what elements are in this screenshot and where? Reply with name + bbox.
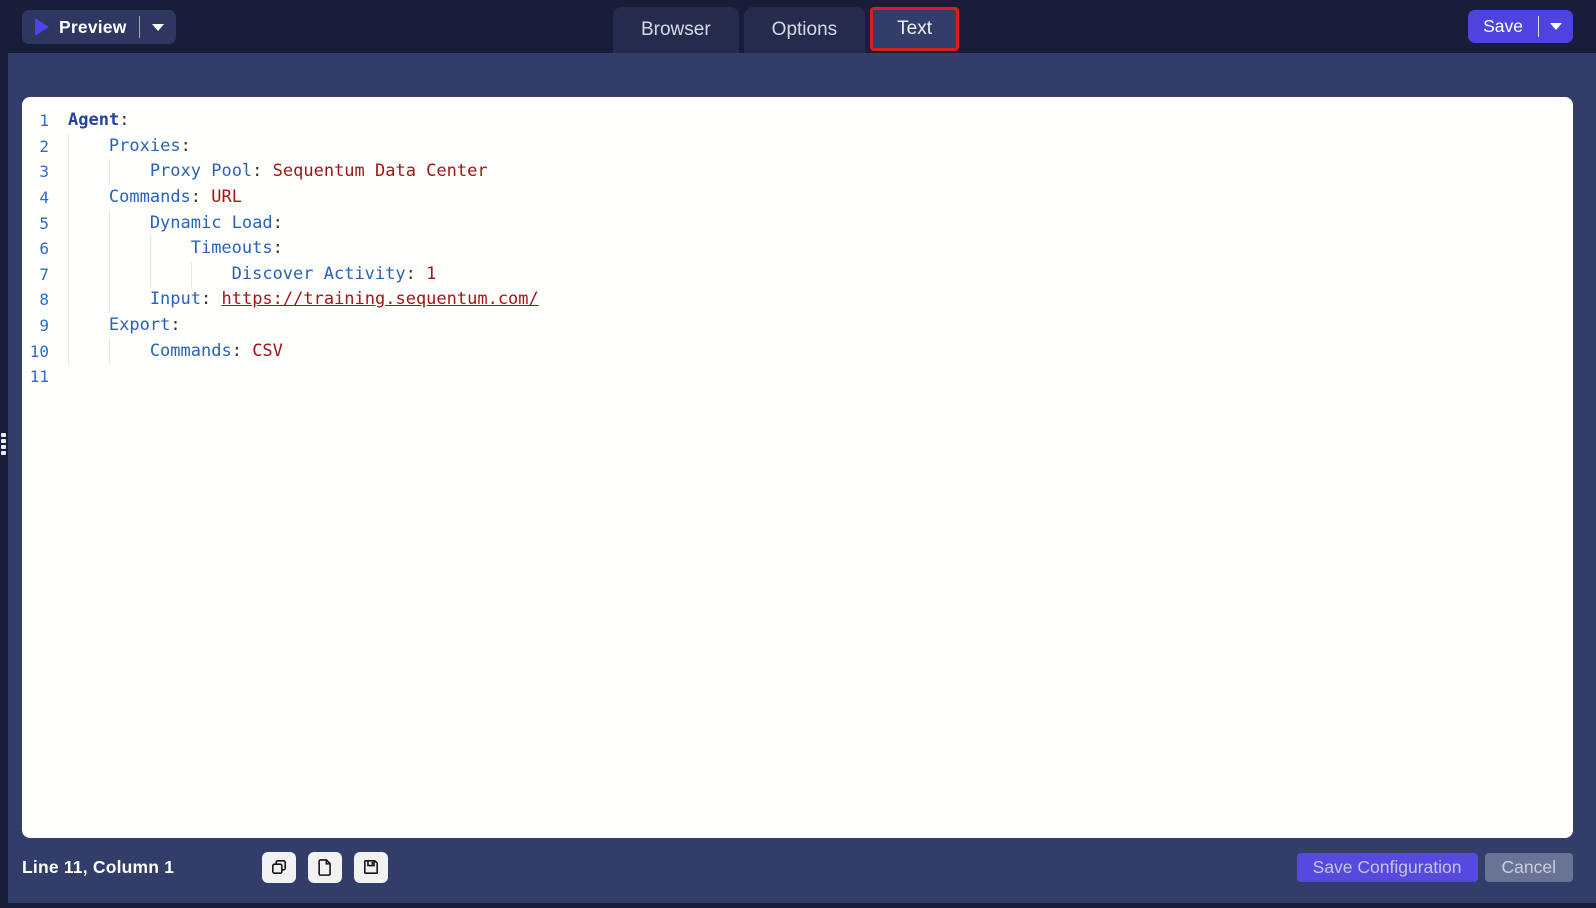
line-number: 4 xyxy=(22,185,49,211)
tab-browser[interactable]: Browser xyxy=(613,7,739,53)
cancel-button[interactable]: Cancel xyxy=(1485,853,1573,882)
line-number: 3 xyxy=(22,159,49,185)
indent-guide xyxy=(68,262,109,288)
line-number: 6 xyxy=(22,236,49,262)
code-line[interactable]: 10 Commands: CSV xyxy=(22,339,1573,365)
save-button[interactable]: Save xyxy=(1468,10,1538,43)
code-token: : xyxy=(252,159,272,185)
preview-button-group: Preview xyxy=(22,10,176,44)
indent-guide xyxy=(150,262,191,288)
view-tabs: BrowserOptionsText xyxy=(613,7,959,53)
tab-options[interactable]: Options xyxy=(744,7,865,53)
code-token: Sequentum Data Center xyxy=(273,159,488,185)
code-token: : xyxy=(181,134,191,160)
code-token: Dynamic Load xyxy=(150,211,273,237)
code-token: https://training.sequentum.com/ xyxy=(221,287,538,313)
code-token: URL xyxy=(211,185,242,211)
code-token: Export xyxy=(109,313,170,339)
play-icon xyxy=(35,18,49,36)
code-line[interactable]: 3 Proxy Pool: Sequentum Data Center xyxy=(22,159,1573,185)
indent-guide xyxy=(68,313,109,339)
save-file-button[interactable] xyxy=(354,852,388,883)
code-token: : xyxy=(201,287,221,313)
indent-guide xyxy=(109,339,150,365)
indent-guide xyxy=(68,159,109,185)
line-number: 7 xyxy=(22,262,49,288)
line-number: 1 xyxy=(22,108,49,134)
code-token: Proxy Pool xyxy=(150,159,252,185)
code-token: 1 xyxy=(426,262,436,288)
indent-guide xyxy=(109,262,150,288)
indent-guide xyxy=(68,211,109,237)
code-token: Commands xyxy=(150,339,232,365)
code-token: Timeouts xyxy=(191,236,273,262)
code-token: Discover Activity xyxy=(232,262,406,288)
code-line[interactable]: 8 Input: https://training.sequentum.com/ xyxy=(22,287,1573,313)
panel-resize-handle[interactable] xyxy=(1,433,8,455)
save-configuration-button[interactable]: Save Configuration xyxy=(1297,853,1478,882)
code-token: Agent xyxy=(68,108,119,134)
code-line[interactable]: 7 Discover Activity: 1 xyxy=(22,262,1573,288)
preview-button-label: Preview xyxy=(59,17,127,38)
line-number: 8 xyxy=(22,287,49,313)
code-token: : xyxy=(232,339,252,365)
indent-guide xyxy=(68,339,109,365)
line-number: 5 xyxy=(22,211,49,237)
code-token: Commands xyxy=(109,185,191,211)
chevron-down-icon xyxy=(1550,23,1562,30)
save-button-group: Save xyxy=(1468,10,1573,43)
code-token: : xyxy=(273,236,283,262)
code-token: : xyxy=(191,185,211,211)
code-line[interactable]: 9 Export: xyxy=(22,313,1573,339)
top-toolbar: Preview BrowserOptionsText Save xyxy=(0,0,1596,53)
editor-action-buttons xyxy=(262,851,388,883)
copy-button[interactable] xyxy=(262,852,296,883)
line-number: 2 xyxy=(22,134,49,160)
code-line[interactable]: 2 Proxies: xyxy=(22,134,1573,160)
chevron-down-icon xyxy=(152,24,164,31)
status-bar: Line 11, Column 1 Save Configuration Can… xyxy=(22,851,1573,883)
indent-guide xyxy=(150,236,191,262)
code-token: CSV xyxy=(252,339,283,365)
line-number: 9 xyxy=(22,313,49,339)
app-window: Preview BrowserOptionsText Save 1Agent:2… xyxy=(0,0,1596,908)
code-line[interactable]: 11 xyxy=(22,364,1573,390)
code-token: : xyxy=(170,313,180,339)
cursor-position-text: Line 11, Column 1 xyxy=(22,857,174,878)
indent-guide xyxy=(109,287,150,313)
code-token: : xyxy=(119,108,129,134)
indent-guide xyxy=(191,262,232,288)
indent-guide xyxy=(109,211,150,237)
text-view-panel: 1 Agent: 2 Proxies: 3 Proxy Pool: Sequentum D… xyxy=(8,53,1596,903)
code-token: : xyxy=(273,211,283,237)
indent-guide xyxy=(68,185,109,211)
new-file-icon xyxy=(316,858,334,876)
tab-text[interactable]: Text xyxy=(870,7,959,51)
code-content: 1 Agent: 2 Proxies: 3 Proxy Pool: Sequentum D… xyxy=(22,97,1573,390)
indent-guide xyxy=(109,159,150,185)
code-line[interactable]: 5 Dynamic Load: xyxy=(22,211,1573,237)
code-token: : xyxy=(406,262,426,288)
new-file-button[interactable] xyxy=(308,852,342,883)
indent-guide xyxy=(68,134,109,160)
code-line[interactable]: 6 Timeouts: xyxy=(22,236,1573,262)
code-line[interactable]: 1 Agent: xyxy=(22,108,1573,134)
code-editor[interactable]: 1 Agent: 2 Proxies: 3 Proxy Pool: Sequentum D… xyxy=(22,97,1573,838)
indent-guide xyxy=(68,287,109,313)
copy-icon xyxy=(270,858,288,876)
save-dropdown-button[interactable] xyxy=(1539,10,1573,43)
line-number: 10 xyxy=(22,339,49,365)
preview-dropdown-button[interactable] xyxy=(140,10,176,44)
code-token: Input xyxy=(150,287,201,313)
line-number: 11 xyxy=(22,364,49,390)
indent-guide xyxy=(68,236,109,262)
preview-button[interactable]: Preview xyxy=(22,10,139,44)
code-token: Proxies xyxy=(109,134,181,160)
code-line[interactable]: 4 Commands: URL xyxy=(22,185,1573,211)
config-action-buttons: Save Configuration Cancel xyxy=(1297,853,1573,882)
save-file-icon xyxy=(362,858,380,876)
indent-guide xyxy=(109,236,150,262)
